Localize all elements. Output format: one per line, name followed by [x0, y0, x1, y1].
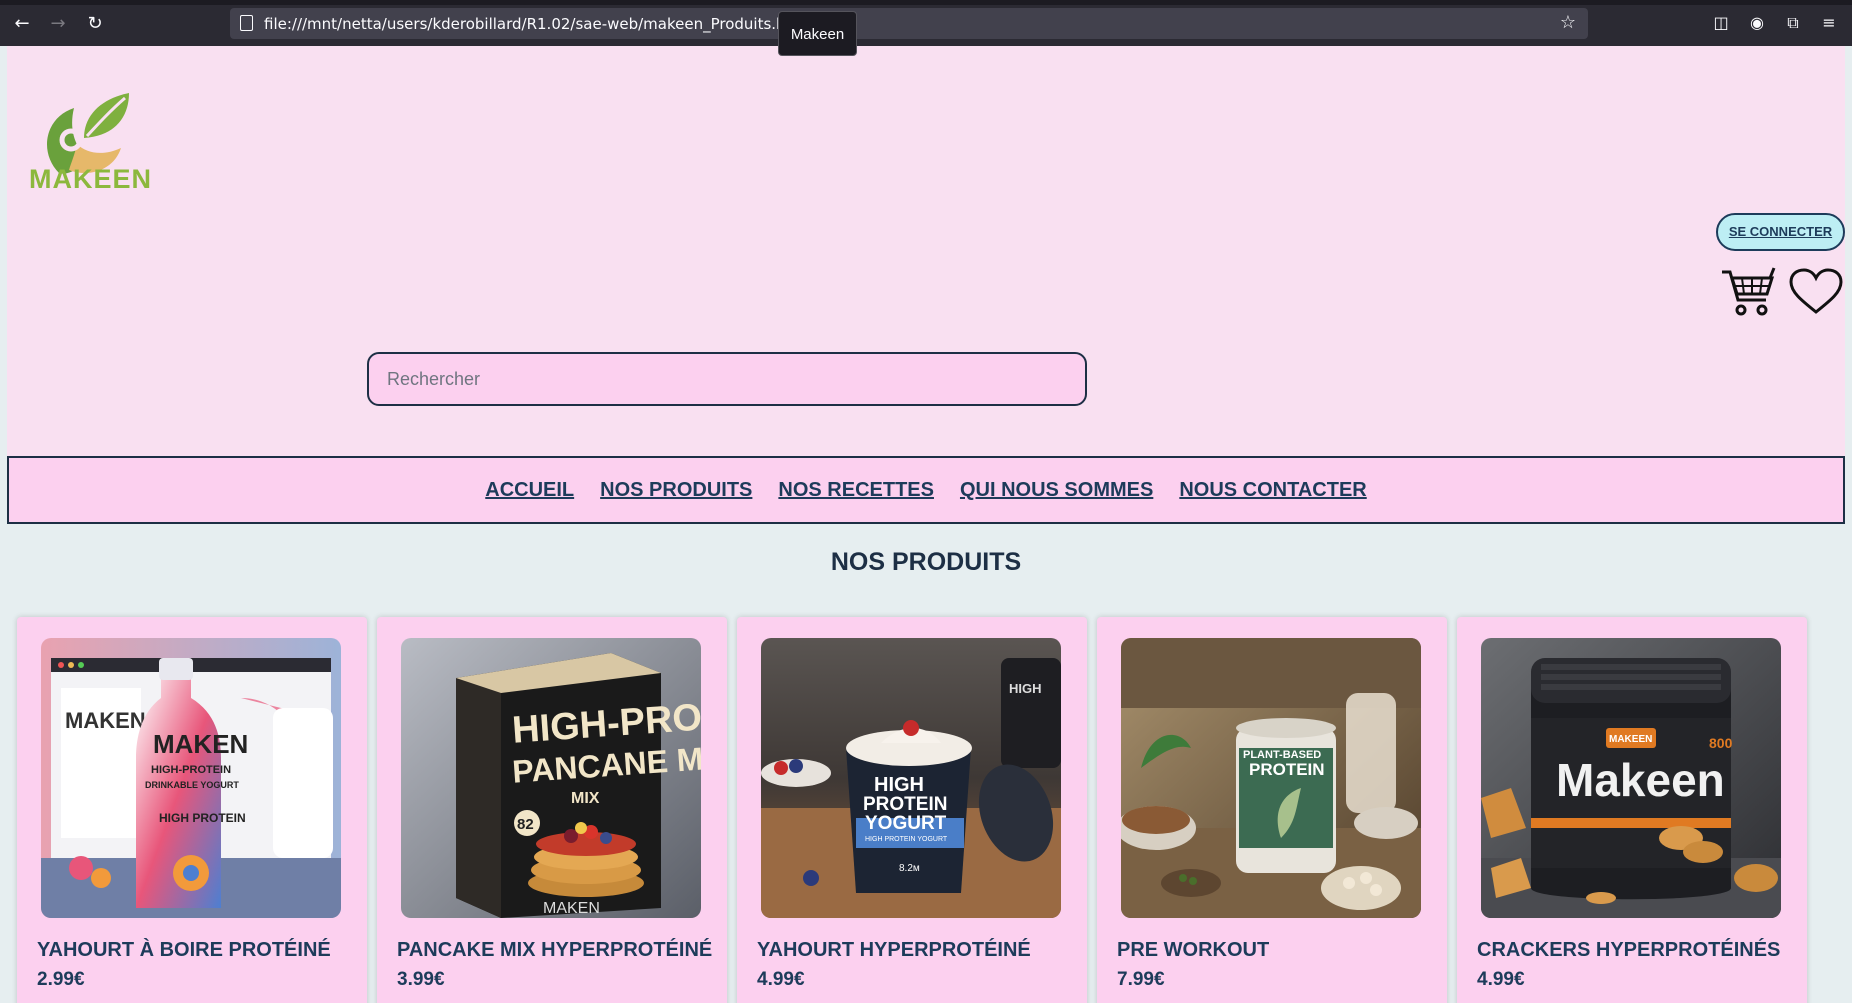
svg-text:82: 82 [517, 816, 534, 833]
account-icon[interactable]: ◉ [1746, 12, 1768, 34]
url-text[interactable]: file:///mnt/netta/users/kderobillard/R1.… [264, 15, 810, 33]
address-bar[interactable]: file:///mnt/netta/users/kderobillard/R1.… [230, 8, 1588, 39]
pocket-icon[interactable]: ◫ [1710, 12, 1732, 34]
product-price: 3.99€ [397, 969, 445, 990]
site-header: MAKEEN SE CONNECTER [7, 46, 1845, 456]
heart-icon[interactable] [1789, 268, 1843, 316]
page-title: NOS PRODUITS [830, 548, 1022, 576]
svg-text:HIGH: HIGH [874, 774, 924, 796]
tab-strip [0, 0, 1852, 5]
svg-text:HIGH PROTEIN: HIGH PROTEIN [159, 811, 246, 825]
search-input[interactable] [367, 352, 1087, 406]
cart-icon[interactable] [1720, 266, 1776, 318]
svg-text:PROTEIN: PROTEIN [863, 794, 947, 815]
svg-text:Makeen: Makeen [1556, 754, 1725, 806]
product-name[interactable]: YAHOURT À BOIRE PROTÉINÉ [37, 939, 331, 962]
image-text: MAKEN [65, 708, 146, 733]
page-icon [240, 15, 253, 31]
product-card[interactable]: HIGH HIGH PROTEIN YOGURT HIGH PROTEIN YO… [737, 617, 1087, 1003]
svg-text:HIGH-PROTEIN: HIGH-PROTEIN [151, 764, 231, 776]
product-image[interactable]: MAKEN MAKEN HIGH-PROTEIN DRINKABLE YOGUR… [41, 638, 341, 918]
extensions-icon[interactable]: ⧉ [1782, 12, 1804, 34]
product-price: 7.99€ [1117, 969, 1165, 990]
nav-item-qui-nous-sommes[interactable]: QUI NOUS SOMMES [960, 479, 1153, 502]
svg-text:MAKEN: MAKEN [153, 729, 248, 759]
svg-text:8.2м: 8.2м [899, 863, 920, 874]
product-image[interactable]: HIGH-PROTEIN PANCANE MIX MIX 82 MAKEN [401, 638, 701, 918]
product-card[interactable]: PLANT-BASED PROTEIN PRE WORKOUT 7.99€ [1097, 617, 1447, 1003]
forward-icon[interactable]: → [46, 12, 70, 36]
reload-icon[interactable]: ↻ [83, 12, 107, 36]
product-price: 2.99€ [37, 969, 85, 990]
menu-icon[interactable]: ≡ [1818, 12, 1840, 34]
logo-text: MAKEEN [29, 164, 153, 194]
bookmark-star-icon[interactable]: ☆ [1560, 12, 1576, 33]
product-image[interactable]: HIGH HIGH PROTEIN YOGURT HIGH PROTEIN YO… [761, 638, 1061, 918]
product-name[interactable]: CRACKERS HYPERPROTÉINÉS [1477, 939, 1780, 962]
browser-toolbar: ← → ↻ file:///mnt/netta/users/kderobilla… [0, 0, 1852, 46]
svg-text:PROTEIN: PROTEIN [1249, 760, 1325, 779]
nav-item-nos-produits[interactable]: NOS PRODUITS [600, 479, 752, 502]
tab-tooltip: Makeen [778, 11, 857, 56]
login-button[interactable]: SE CONNECTER [1716, 213, 1845, 251]
product-price: 4.99€ [757, 969, 805, 990]
product-image[interactable]: MAKEEN Makeen 800 [1481, 638, 1781, 918]
svg-text:DRINKABLE YOGURT: DRINKABLE YOGURT [145, 780, 239, 790]
product-card[interactable]: HIGH-PROTEIN PANCANE MIX MIX 82 MAKEN PA… [377, 617, 727, 1003]
product-name[interactable]: PRE WORKOUT [1117, 939, 1269, 962]
product-name[interactable]: PANCAKE MIX HYPERPROTÉINÉ [397, 939, 712, 962]
back-icon[interactable]: ← [10, 12, 34, 36]
svg-text:MAKEN: MAKEN [543, 900, 600, 917]
svg-text:YOGURT: YOGURT [865, 813, 947, 834]
nav-item-accueil[interactable]: ACCUEIL [485, 479, 574, 502]
nav-item-nous-contacter[interactable]: NOUS CONTACTER [1179, 479, 1366, 502]
svg-text:MAKEEN: MAKEEN [1609, 734, 1652, 745]
product-image[interactable]: PLANT-BASED PROTEIN [1121, 638, 1421, 918]
product-price: 4.99€ [1477, 969, 1525, 990]
main-nav: ACCUEIL NOS PRODUITS NOS RECETTES QUI NO… [7, 456, 1845, 524]
svg-text:HIGH PROTEIN YOGURT: HIGH PROTEIN YOGURT [865, 836, 948, 843]
svg-text:800: 800 [1709, 735, 1733, 751]
product-card[interactable]: MAKEEN Makeen 800 CRACKERS HYPERPROTÉINÉ… [1457, 617, 1807, 1003]
product-grid: MAKEN MAKEN HIGH-PROTEIN DRINKABLE YOGUR… [17, 617, 1817, 1003]
product-card[interactable]: MAKEN MAKEN HIGH-PROTEIN DRINKABLE YOGUR… [17, 617, 367, 1003]
svg-text:HIGH: HIGH [1009, 681, 1042, 696]
product-name[interactable]: YAHOURT HYPERPROTÉINÉ [757, 939, 1031, 962]
nav-item-nos-recettes[interactable]: NOS RECETTES [778, 479, 934, 502]
svg-text:MIX: MIX [571, 790, 600, 807]
